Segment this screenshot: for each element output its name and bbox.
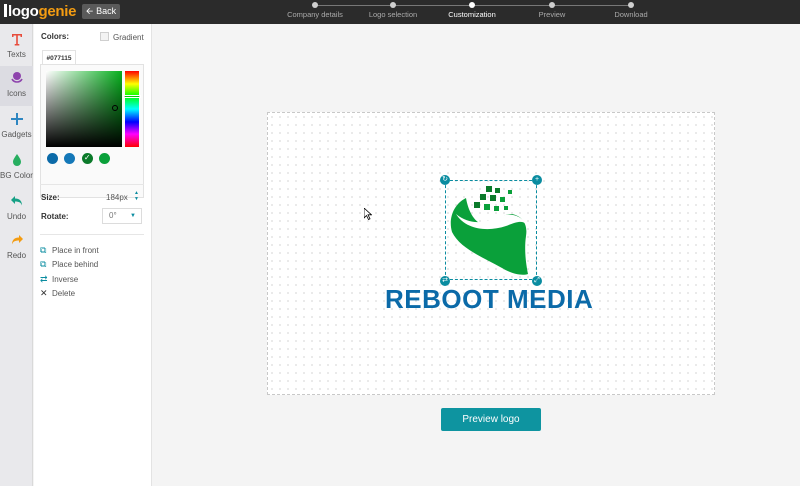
divider xyxy=(40,234,144,235)
place-behind-icon: ⧉ xyxy=(40,259,47,269)
redo-icon xyxy=(0,233,33,251)
delete-x-icon: ✕ xyxy=(40,288,48,298)
place-front-icon: ⧉ xyxy=(40,245,47,255)
tool-label: Undo xyxy=(6,212,27,221)
swatch-1[interactable] xyxy=(47,153,58,164)
hue-slider[interactable] xyxy=(125,71,139,147)
place-in-front-button[interactable]: ⧉ Place in front xyxy=(40,243,148,257)
selection-box[interactable] xyxy=(445,180,537,280)
step-download[interactable]: Download xyxy=(581,0,681,24)
plus-icon xyxy=(0,112,33,130)
place-behind-button[interactable]: ⧉ Place behind xyxy=(40,257,148,271)
rotate-value: 0° xyxy=(109,211,117,220)
tool-texts[interactable]: Texts xyxy=(0,27,33,67)
size-value: 184px xyxy=(106,193,128,202)
brand-name-text[interactable]: REBOOT MEDIA xyxy=(385,284,599,315)
hue-slider-handle[interactable] xyxy=(123,95,141,98)
tool-undo[interactable]: Undo xyxy=(0,189,33,229)
size-stepper[interactable]: ▲ ▼ xyxy=(134,190,140,204)
tool-gadgets[interactable]: Gadgets xyxy=(0,107,33,147)
caret-down-icon[interactable]: ▼ xyxy=(134,196,140,202)
step-dot xyxy=(312,2,318,8)
rotate-select[interactable]: 0° ▼ xyxy=(102,208,142,224)
step-label: Download xyxy=(614,10,648,19)
progress-steps: Company details Logo selection Customiza… xyxy=(0,0,800,24)
tool-label: BG Color xyxy=(0,171,33,180)
mouse-cursor-icon xyxy=(364,208,372,220)
inverse-button[interactable]: ⇄ Inverse xyxy=(40,272,148,286)
hex-color-tab[interactable]: #077115 xyxy=(42,50,76,65)
preview-logo-button[interactable]: Preview logo xyxy=(441,408,541,431)
inverse-icon: ⇄ xyxy=(40,274,48,284)
color-picker-knob[interactable] xyxy=(112,105,118,111)
step-dot xyxy=(390,2,396,8)
gradient-label: Gradient xyxy=(113,33,144,42)
delete-button[interactable]: ✕ Delete xyxy=(40,286,148,300)
add-handle-icon[interactable]: + xyxy=(532,175,542,185)
tool-icons[interactable]: Icons xyxy=(0,66,33,106)
colors-label: Colors: xyxy=(41,32,69,41)
rotate-handle-icon[interactable]: ↻ xyxy=(440,175,450,185)
icons-icon xyxy=(0,71,33,89)
step-dot xyxy=(628,2,634,8)
undo-icon xyxy=(0,194,33,212)
properties-panel: Colors: Gradient #077115 ✓ Size: 184px ▲… xyxy=(34,24,152,486)
text-t-icon xyxy=(0,32,33,50)
tool-label: Texts xyxy=(7,50,26,59)
chevron-down-icon: ▼ xyxy=(130,213,136,219)
tool-sidebar: Texts Icons Gadgets BG Color Undo Redo xyxy=(0,24,33,486)
tool-label: Icons xyxy=(6,89,27,98)
tool-label: Redo xyxy=(6,251,27,260)
divider xyxy=(40,184,144,185)
rotate-label: Rotate: xyxy=(41,212,69,221)
size-label: Size: xyxy=(41,193,60,202)
step-dot xyxy=(469,2,475,8)
tool-redo[interactable]: Redo xyxy=(0,228,33,268)
saturation-value-area[interactable] xyxy=(46,71,122,147)
color-swatches: ✓ xyxy=(47,153,112,167)
tool-bg-color[interactable]: BG Color xyxy=(0,148,33,188)
swatch-2[interactable] xyxy=(64,153,76,164)
check-icon: ✓ xyxy=(83,153,91,162)
swatch-3-selected[interactable]: ✓ xyxy=(81,153,93,164)
step-dot xyxy=(549,2,555,8)
checkbox-icon xyxy=(100,32,109,41)
tool-label: Gadgets xyxy=(1,130,32,139)
color-picker: ✓ xyxy=(40,64,144,198)
drop-icon xyxy=(0,153,33,171)
gradient-checkbox[interactable]: Gradient xyxy=(100,32,144,42)
swatch-4[interactable] xyxy=(99,153,111,164)
top-bar: logogenie 🡨 Back Company details Logo sel… xyxy=(0,0,800,24)
